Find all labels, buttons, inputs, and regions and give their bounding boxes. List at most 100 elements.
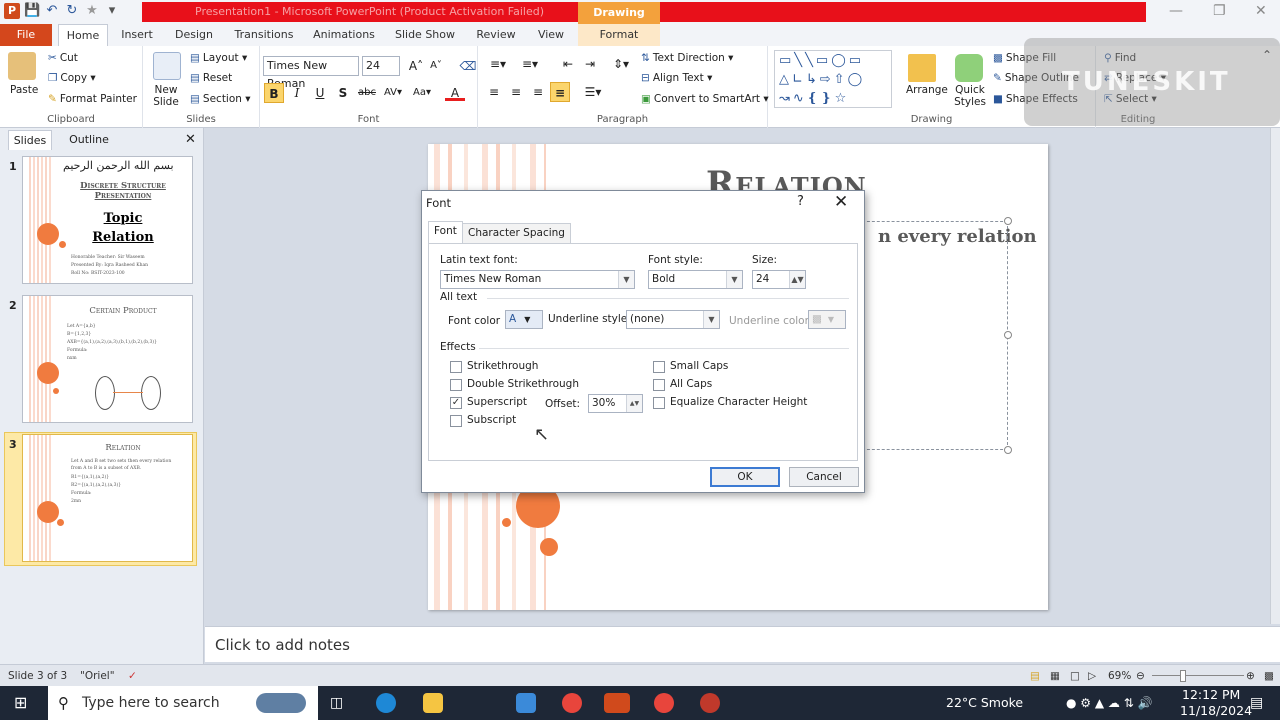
window-close-icon[interactable]: ✕ — [1255, 3, 1267, 19]
font-style-combo[interactable]: Bold ▼ — [648, 270, 743, 289]
double-strikethrough-checkbox[interactable] — [450, 379, 462, 391]
slide-thumbnail-2[interactable]: Certain Product Let A={a,b} B={1,2,3} AX… — [22, 295, 193, 423]
font-color-picker[interactable]: A ▼ — [505, 310, 543, 329]
windows-start-icon[interactable]: ⊞ — [14, 686, 27, 720]
powerpoint-taskbar-icon[interactable] — [604, 693, 630, 713]
equalize-height-checkbox[interactable] — [653, 397, 665, 409]
text-direction-button[interactable]: ⇅ Text Direction ▾ — [641, 52, 733, 64]
decrease-indent-icon[interactable]: ⇤ — [558, 54, 578, 74]
align-center-icon[interactable]: ≡ — [506, 82, 526, 102]
shadow-button[interactable]: S — [333, 83, 353, 103]
chrome-icon-2[interactable] — [654, 693, 674, 713]
new-slide-icon[interactable] — [153, 52, 181, 80]
character-spacing-icon[interactable]: AV▾ — [380, 83, 406, 103]
chrome-icon[interactable] — [562, 693, 582, 713]
recorder-icon[interactable] — [700, 693, 720, 713]
file-explorer-icon[interactable] — [423, 693, 443, 713]
help-icon[interactable]: ? — [797, 194, 804, 209]
tab-outline[interactable]: Outline — [58, 130, 120, 150]
tab-insert[interactable]: Insert — [116, 24, 158, 46]
slide-sorter-icon[interactable]: ▦ — [1050, 665, 1060, 687]
customize-qat-icon[interactable]: ▾ — [104, 3, 120, 19]
reading-view-icon[interactable]: □ — [1070, 665, 1080, 687]
text-box-selection[interactable] — [862, 221, 1008, 450]
resize-handle[interactable] — [1004, 446, 1012, 454]
superscript-checkbox[interactable]: ✓ — [450, 397, 462, 409]
tab-file[interactable]: File — [0, 24, 52, 46]
shrink-font-icon[interactable]: A˅ — [426, 56, 446, 76]
fit-to-window-icon[interactable]: ▩ — [1264, 665, 1274, 687]
zoom-out-icon[interactable]: ⊖ — [1136, 665, 1145, 687]
restore-icon[interactable]: ❐ — [1213, 3, 1226, 19]
bullets-icon[interactable]: ≡▾ — [484, 54, 512, 74]
tab-character-spacing[interactable]: Character Spacing — [462, 223, 571, 243]
reset-button[interactable]: ▤ Reset — [190, 72, 232, 84]
offset-spinner[interactable]: 30% ▲▼ — [588, 394, 643, 413]
increase-indent-icon[interactable]: ⇥ — [580, 54, 600, 74]
tab-slide-show[interactable]: Slide Show — [390, 24, 460, 46]
slide-thumbnail-3[interactable]: Relation Let A and B set two sets then e… — [22, 434, 193, 562]
section-button[interactable]: ▤ Section ▾ — [190, 93, 251, 105]
latin-font-combo[interactable]: Times New Roman ▼ — [440, 270, 635, 289]
bold-button[interactable]: B — [264, 83, 284, 103]
tab-review[interactable]: Review — [472, 24, 520, 46]
subscript-checkbox[interactable] — [450, 415, 462, 427]
paste-icon[interactable] — [8, 52, 36, 80]
ok-button[interactable]: OK — [710, 467, 780, 487]
tab-view[interactable]: View — [530, 24, 572, 46]
minimize-icon[interactable]: — — [1169, 3, 1183, 19]
tab-slides[interactable]: Slides — [8, 130, 52, 150]
font-color-icon[interactable]: A — [445, 83, 465, 101]
star-icon[interactable]: ★ — [84, 3, 100, 19]
tab-animations[interactable]: Animations — [310, 24, 378, 46]
powerpoint-logo-icon[interactable]: P — [4, 3, 20, 19]
edge-browser-icon[interactable] — [376, 693, 396, 713]
tab-format[interactable]: Format — [578, 24, 660, 46]
tab-home[interactable]: Home — [58, 24, 108, 46]
quick-styles-icon[interactable] — [955, 54, 983, 82]
small-caps-checkbox[interactable] — [653, 361, 665, 373]
weather-text[interactable]: 22°C Smoke — [946, 686, 1023, 720]
clock-date[interactable]: 11/18/2024 — [1180, 694, 1252, 720]
underline-style-combo[interactable]: (none) ▼ — [626, 310, 720, 329]
spinner-icon[interactable]: ▲▼ — [626, 395, 642, 412]
tab-design[interactable]: Design — [170, 24, 218, 46]
paste-button[interactable]: Paste — [10, 84, 38, 96]
arrange-button[interactable]: Arrange — [906, 84, 948, 96]
resize-handle[interactable] — [1004, 331, 1012, 339]
dialog-close-icon[interactable]: ✕ — [834, 192, 848, 212]
slideshow-view-icon[interactable]: ▷ — [1088, 665, 1096, 687]
save-icon[interactable]: 💾 — [24, 3, 40, 19]
shapes-gallery[interactable]: ▭╲╲▭◯▭ △∟↳⇨⇧◯ ↝∿❴❵☆ — [774, 50, 892, 108]
tab-font[interactable]: Font — [428, 221, 463, 243]
notifications-icon[interactable]: ▤ — [1250, 686, 1263, 720]
smartart-button[interactable]: ▣ Convert to SmartArt ▾ — [641, 93, 769, 105]
italic-button[interactable]: I — [287, 83, 307, 103]
spell-check-icon[interactable]: ✓ — [128, 665, 137, 687]
arrange-icon[interactable] — [908, 54, 936, 82]
tab-transitions[interactable]: Transitions — [230, 24, 298, 46]
zoom-slider-track[interactable] — [1152, 675, 1244, 676]
panel-close-icon[interactable]: ✕ — [185, 132, 196, 147]
align-left-icon[interactable]: ≡ — [484, 82, 504, 102]
align-text-button[interactable]: ⊟ Align Text ▾ — [641, 72, 712, 84]
normal-view-icon[interactable]: ▤ — [1030, 665, 1040, 687]
undo-icon[interactable]: ↶ — [44, 3, 60, 19]
align-right-icon[interactable]: ≡ — [528, 82, 548, 102]
quick-styles-button[interactable]: Quick Styles — [950, 84, 990, 108]
grow-font-icon[interactable]: A˄ — [406, 56, 426, 76]
change-case-icon[interactable]: Aa▾ — [410, 83, 434, 103]
tray-icons[interactable]: ● ⚙ ▲ ☁ ⇅ 🔊 — [1066, 686, 1153, 720]
line-spacing-icon[interactable]: ⇕▾ — [608, 54, 634, 74]
font-name-combo[interactable]: Times New Roman — [263, 56, 359, 90]
font-size-combo[interactable]: 24 — [362, 56, 400, 76]
size-combo[interactable]: 24 ▲▼ — [752, 270, 806, 289]
slide-thumbnail-1[interactable]: بسم الله الرحمن الرحيم Discrete Structur… — [22, 156, 193, 284]
vertical-scrollbar[interactable] — [1270, 128, 1280, 624]
underline-button[interactable]: U — [310, 83, 330, 103]
notes-pane[interactable]: Click to add notes — [205, 626, 1280, 662]
task-view-icon[interactable]: ◫ — [330, 686, 343, 720]
zoom-in-icon[interactable]: ⊕ — [1246, 665, 1255, 687]
resize-handle[interactable] — [1004, 217, 1012, 225]
cancel-button[interactable]: Cancel — [789, 467, 859, 487]
